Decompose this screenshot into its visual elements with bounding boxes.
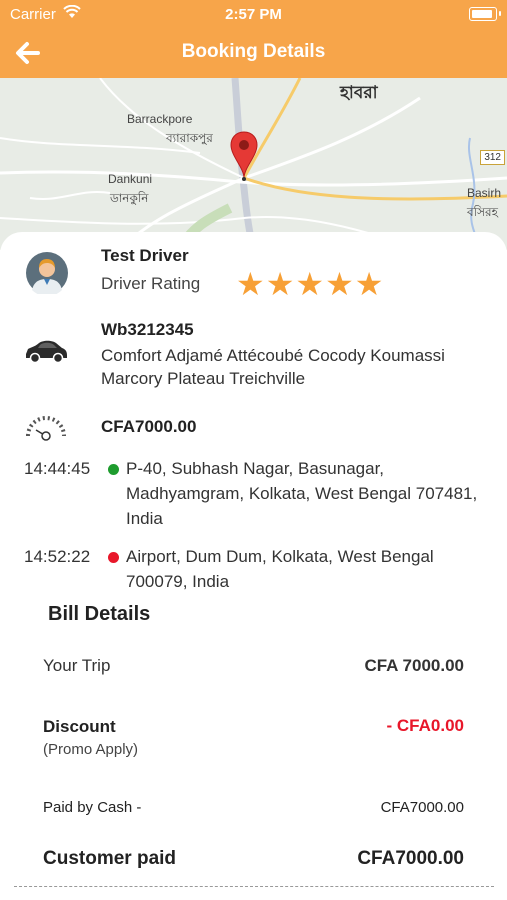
map-label-habra: হাবরা [340,83,378,102]
paid-by-row: Paid by Cash - CFA7000.00 [43,799,464,819]
discount-row: Discount (Promo Apply) - CFA0.00 [43,716,464,761]
pickup-dot-icon [108,464,119,475]
driver-rating-stars: ★★★★★ [236,268,384,300]
star-icon: ★ [265,266,295,302]
discount-label: Discount [43,717,116,736]
discount-note: (Promo Apply) [43,741,139,758]
map-label-dankuni-bn: ডানকুনি [110,191,149,205]
map-pin-icon[interactable] [229,130,259,182]
map-label-basirhat: Basirh [467,186,502,200]
customer-paid-row: Customer paid CFA7000.00 [43,848,464,874]
vehicle-description: Comfort Adjamé Attécoubé Cocody Koumassi… [101,346,445,388]
status-bar: Carrier 2:57 PM [0,0,507,28]
page-title: Booking Details [181,41,326,62]
star-icon: ★ [295,266,325,302]
pickup-stop: 14:44:45 P-40, Subhash Nagar, Basunagar,… [24,456,504,531]
driver-rating-label: Driver Rating [101,274,201,293]
dropoff-address: Airport, Dum Dum, Kolkata, West Bengal 7… [126,547,434,591]
pickup-time: 14:44:45 [24,459,91,478]
map-label-barrackpore: Barrackpore [127,112,193,126]
dropoff-time: 14:52:22 [24,547,91,566]
bill-details-title: Bill Details [48,603,151,625]
paid-by-label: Paid by Cash - [43,799,142,816]
vehicle-plate: Wb3212345 [101,320,194,339]
route-map[interactable]: হাবরা Barrackpore ব্যারাকপুর Dankuni ডান… [0,78,507,250]
map-label-dankuni: Dankuni [108,172,153,186]
speedometer-icon [26,416,66,441]
map-label-barrackpore-bn: ব্যারাকপুর [166,131,213,145]
map-label-basirhat-bn: বসিরহ [467,205,498,219]
bill-divider [14,886,494,887]
your-trip-label: Your Trip [43,656,111,675]
dropoff-dot-icon [108,552,119,563]
your-trip-row: Your Trip CFA 7000.00 [43,656,464,678]
your-trip-value: CFA 7000.00 [364,656,464,675]
dropoff-stop: 14:52:22 Airport, Dum Dum, Kolkata, West… [24,544,504,594]
trip-fare: CFA7000.00 [101,417,197,436]
status-time: 2:57 PM [225,6,282,23]
star-icon: ★ [325,266,354,302]
car-icon [26,340,67,364]
paid-by-value: CFA7000.00 [380,799,464,816]
customer-paid-value: CFA7000.00 [357,848,464,869]
discount-value: - CFA0.00 [386,716,464,735]
customer-paid-label: Customer paid [43,848,177,869]
road-shield: 312 [480,150,505,165]
driver-avatar-icon [26,252,68,294]
battery-icon [469,7,497,21]
star-icon: ★ [236,266,265,302]
pickup-address: P-40, Subhash Nagar, Basunagar, Madhyamg… [126,459,478,528]
star-icon: ★ [354,266,384,302]
driver-name: Test Driver [101,246,189,265]
nav-bar: Booking Details [0,28,507,78]
